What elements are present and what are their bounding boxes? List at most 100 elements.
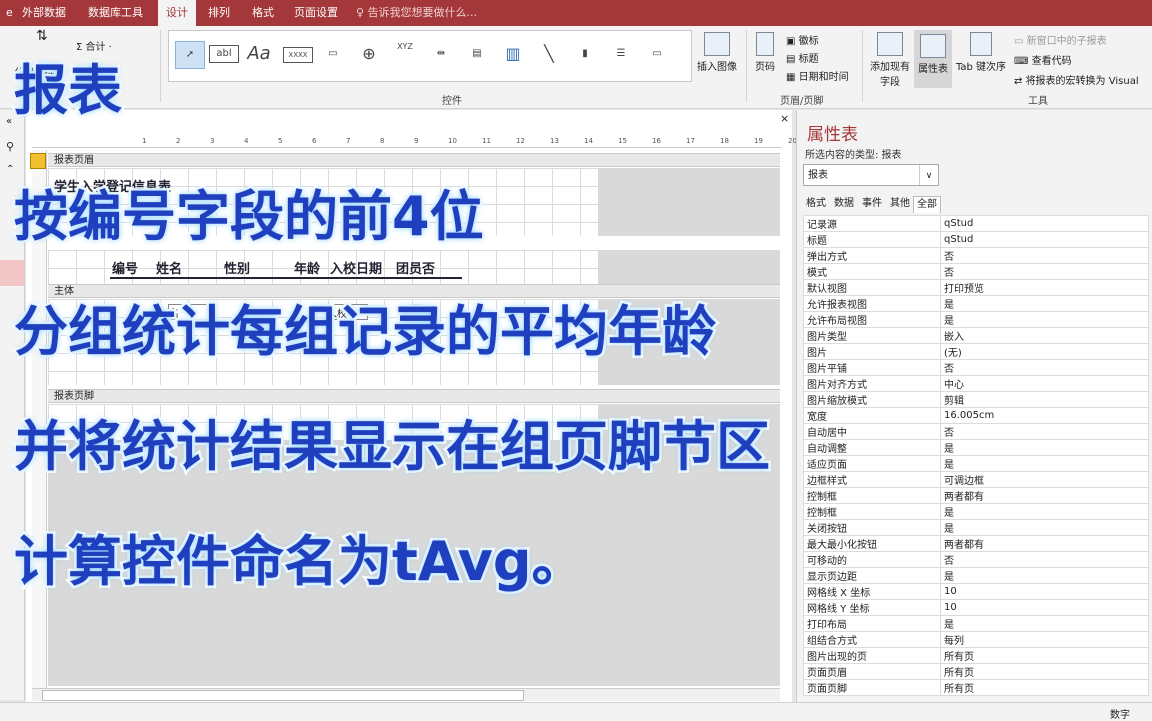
property-row[interactable]: 自动居中否: [803, 423, 1149, 440]
logo-button[interactable]: ▣ 徽标: [786, 32, 819, 47]
property-value[interactable]: 否: [940, 263, 1149, 280]
property-row[interactable]: 网格线 Y 坐标 10: [803, 599, 1149, 616]
report-selector[interactable]: [30, 153, 46, 169]
property-row[interactable]: 记录源 qStud: [803, 215, 1149, 232]
property-row[interactable]: 模式否: [803, 263, 1149, 280]
property-row[interactable]: 图片类型 嵌入: [803, 327, 1149, 344]
property-row[interactable]: 最大最小化按钮 两者都有: [803, 535, 1149, 552]
column-header-label[interactable]: 姓名: [156, 258, 182, 277]
property-row[interactable]: 图片 (无): [803, 343, 1149, 360]
property-value[interactable]: 每列: [940, 631, 1149, 648]
add-fields-button[interactable]: 添加现有字段: [868, 32, 912, 88]
column-header-label[interactable]: 入校日期: [330, 258, 382, 277]
property-value[interactable]: 是: [940, 455, 1149, 472]
property-row[interactable]: 网格线 X 坐标 10: [803, 583, 1149, 600]
property-value[interactable]: 是: [940, 567, 1149, 584]
list-box-icon[interactable]: ☰: [607, 41, 635, 67]
horizontal-scrollbar[interactable]: [32, 688, 780, 701]
property-value[interactable]: 所有页: [940, 647, 1149, 664]
tab-external-data[interactable]: 外部数据: [14, 0, 74, 26]
prop-tab-event[interactable]: 事件: [859, 196, 885, 212]
rectangle-icon[interactable]: ▭: [643, 41, 671, 67]
property-row[interactable]: 关闭按钮是: [803, 519, 1149, 536]
scrollbar-thumb[interactable]: [42, 690, 524, 701]
property-row[interactable]: 允许布局视图是: [803, 311, 1149, 328]
property-sheet-button[interactable]: 属性表: [914, 30, 952, 88]
property-value[interactable]: 所有页: [940, 679, 1149, 696]
property-row[interactable]: 标题 qStud: [803, 231, 1149, 248]
select-pointer-icon[interactable]: ➚: [175, 41, 205, 69]
property-value[interactable]: 可调边框: [940, 471, 1149, 488]
property-value[interactable]: qStud: [940, 231, 1149, 248]
column-header-label[interactable]: 团员否: [396, 258, 435, 277]
section-report-header[interactable]: 报表页眉: [48, 153, 780, 167]
property-row[interactable]: 显示页边距是: [803, 567, 1149, 584]
combo-box-icon[interactable]: ▤: [463, 41, 491, 67]
property-row[interactable]: 打印布局是: [803, 615, 1149, 632]
property-value[interactable]: (无): [940, 343, 1149, 360]
page-break-icon[interactable]: ⇹: [427, 41, 455, 67]
totals-button[interactable]: Σ 合计 ·: [76, 38, 112, 53]
tab-format[interactable]: 格式: [244, 0, 282, 26]
property-row[interactable]: 图片缩放模式 剪辑: [803, 391, 1149, 408]
tab-database-tools[interactable]: 数据库工具: [80, 0, 151, 26]
convert-macros-button[interactable]: ⇄ 将报表的宏转换为 Visual: [1014, 72, 1139, 87]
prop-tab-other[interactable]: 其他: [887, 196, 913, 212]
property-row[interactable]: 控制框 两者都有: [803, 487, 1149, 504]
property-row[interactable]: 适应页面是: [803, 455, 1149, 472]
property-row[interactable]: 自动调整是: [803, 439, 1149, 456]
section-report-footer[interactable]: 报表页脚: [48, 389, 780, 403]
close-design-icon[interactable]: ×: [780, 112, 789, 125]
prop-tab-data[interactable]: 数据: [831, 196, 857, 212]
property-value[interactable]: 否: [940, 359, 1149, 376]
tab-order-button[interactable]: Tab 键次序: [952, 32, 1010, 73]
property-row[interactable]: 图片出现的页 所有页: [803, 647, 1149, 664]
property-row[interactable]: 宽度 16.005cm: [803, 407, 1149, 424]
property-value[interactable]: 是: [940, 503, 1149, 520]
property-value[interactable]: 中心: [940, 375, 1149, 392]
button-control[interactable]: XXXX: [283, 47, 313, 63]
property-row[interactable]: 控制框是: [803, 503, 1149, 520]
property-value[interactable]: 两者都有: [940, 535, 1149, 552]
property-row[interactable]: 图片平铺否: [803, 359, 1149, 376]
property-value[interactable]: 所有页: [940, 663, 1149, 680]
view-code-button[interactable]: ⌨ 查看代码: [1014, 52, 1072, 67]
property-row[interactable]: 默认视图 打印预览: [803, 279, 1149, 296]
property-value[interactable]: 是: [940, 615, 1149, 632]
line-icon[interactable]: ╲: [535, 41, 563, 67]
textbox-control[interactable]: abl: [209, 45, 239, 63]
tab-page-setup[interactable]: 页面设置: [286, 0, 346, 26]
property-row[interactable]: 弹出方式否: [803, 247, 1149, 264]
prop-tab-format[interactable]: 格式: [803, 196, 829, 212]
chevron-up-icon[interactable]: ⌃: [6, 164, 14, 175]
tell-me-box[interactable]: ♀ 告诉我您想要做什么...: [356, 0, 477, 26]
hyperlink-icon[interactable]: ⊕: [355, 41, 383, 67]
object-selector-dropdown[interactable]: 报表 ∨: [803, 164, 939, 186]
property-value[interactable]: 否: [940, 247, 1149, 264]
property-value[interactable]: 剪辑: [940, 391, 1149, 408]
property-value[interactable]: 是: [940, 519, 1149, 536]
property-value[interactable]: 否: [940, 551, 1149, 568]
insert-image-button[interactable]: 插入图像: [694, 32, 740, 73]
property-row[interactable]: 图片对齐方式 中心: [803, 375, 1149, 392]
column-header-label[interactable]: 性别: [224, 258, 250, 277]
property-value[interactable]: qStud: [940, 215, 1149, 232]
chart-icon[interactable]: ▥: [499, 41, 527, 67]
column-header-label[interactable]: 编号: [112, 258, 138, 277]
property-value[interactable]: 10: [940, 599, 1149, 616]
property-value[interactable]: 是: [940, 439, 1149, 456]
expand-nav-icon[interactable]: «: [6, 116, 12, 127]
property-row[interactable]: 边框样式 可调边框: [803, 471, 1149, 488]
column-header-label[interactable]: 年龄: [294, 258, 320, 277]
label-control[interactable]: Aa: [245, 41, 273, 67]
toggle-button-icon[interactable]: ▮: [571, 41, 599, 67]
tab-control-icon[interactable]: ▭: [319, 41, 347, 67]
property-row[interactable]: 可移动的否: [803, 551, 1149, 568]
property-value[interactable]: 两者都有: [940, 487, 1149, 504]
prop-tab-all[interactable]: 全部: [913, 196, 941, 213]
nav-selected-item[interactable]: [0, 260, 24, 286]
datetime-button[interactable]: ▦ 日期和时间: [786, 68, 849, 83]
tab-arrange[interactable]: 排列: [200, 0, 238, 26]
property-row[interactable]: 页面页眉 所有页: [803, 663, 1149, 680]
property-value[interactable]: 打印预览: [940, 279, 1149, 296]
